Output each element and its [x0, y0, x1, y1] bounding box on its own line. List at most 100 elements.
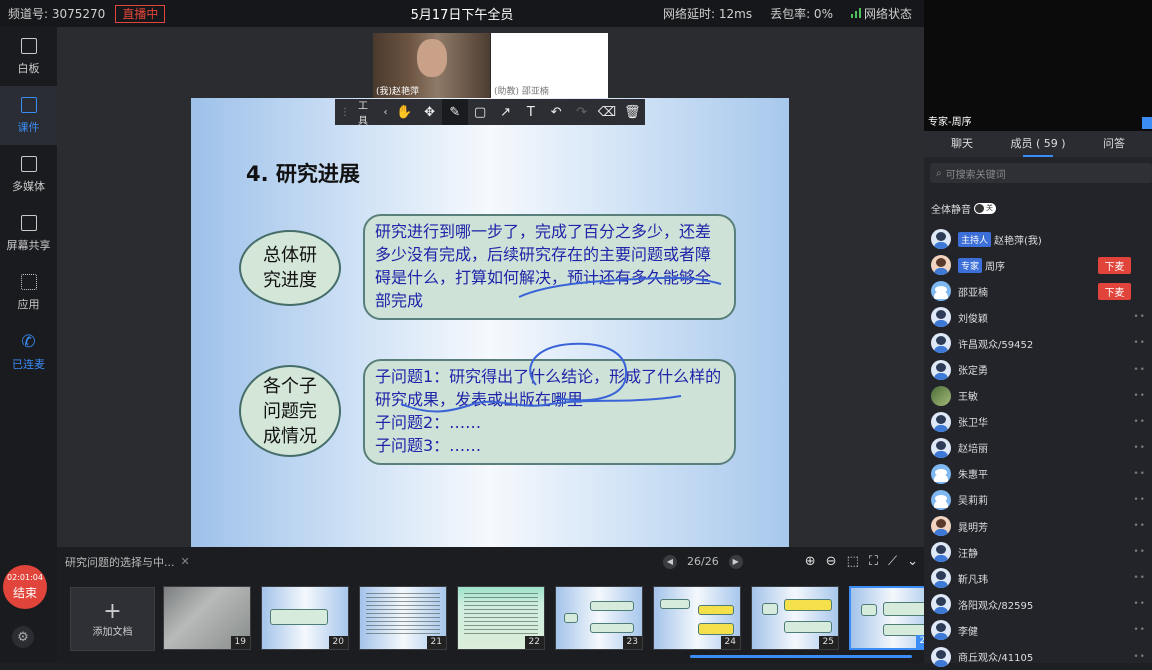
list-item[interactable]: 张卫华 •• [924, 409, 1152, 435]
more-icon[interactable]: •• [1133, 599, 1146, 609]
video-caption: (我)赵艳萍 [376, 87, 420, 97]
more-icon[interactable]: •• [1133, 521, 1146, 531]
list-item[interactable]: 刘俊颖 •• [924, 304, 1152, 330]
thumb-shape [698, 605, 734, 615]
eraser-icon[interactable]: ⌫ [594, 99, 619, 125]
avatar [931, 437, 951, 458]
fullscreen-icon[interactable]: ⛶ [869, 554, 878, 569]
nav-screen-share[interactable]: 屏幕共享 [0, 204, 57, 263]
nav-apps[interactable]: 应用 [0, 263, 57, 322]
more-icon[interactable]: •• [1133, 573, 1146, 583]
laser-pointer-icon[interactable]: ✥ [417, 99, 442, 125]
media-play-icon [20, 155, 37, 172]
tab-qa[interactable]: 问答 [1076, 131, 1152, 157]
slide-canvas[interactable]: 4. 研究进展 总体研究进度 研究进行到哪一步了，完成了百分之多少，还差多少没有… [191, 98, 789, 547]
pager: ◀ 26/26 ▶ [663, 554, 743, 569]
kick-mic-button[interactable]: 下麦 [1098, 256, 1131, 274]
list-item[interactable]: 王敏 •• [924, 383, 1152, 409]
more-icon[interactable]: •• [1133, 391, 1146, 401]
more-icon[interactable]: •• [1133, 312, 1146, 322]
list-item[interactable]: 邵亚楠 下麦 [924, 278, 1152, 304]
gear-icon[interactable]: ⚙ [12, 626, 34, 648]
nav-courseware[interactable]: 课件 [0, 86, 57, 145]
zoom-out-icon[interactable]: ⊖ [826, 554, 837, 569]
video-host[interactable]: (我)赵艳萍 [373, 33, 490, 99]
tab-chat[interactable]: 聊天 [924, 131, 1000, 157]
undo-icon[interactable]: ↶ [544, 99, 569, 125]
list-item[interactable]: 商丘观众/41105 •• [924, 644, 1152, 670]
more-icon[interactable]: •• [1133, 469, 1146, 479]
list-item[interactable]: 张定勇 •• [924, 356, 1152, 382]
page-indicator: 26/26 [687, 555, 719, 568]
slide-thumbnail[interactable]: 22 [457, 586, 545, 650]
more-icon[interactable]: •• [1133, 365, 1146, 375]
plus-icon: + [103, 598, 122, 624]
list-item[interactable]: 赵培丽 •• [924, 435, 1152, 461]
zoom-in-icon[interactable]: ⊕ [805, 554, 816, 569]
list-item[interactable]: 靳凡玮 •• [924, 565, 1152, 591]
toolbar-label[interactable]: 工具 [358, 97, 378, 127]
thumb-shape [590, 601, 634, 611]
slide-thumbnail[interactable]: 25 [751, 586, 839, 650]
nav-whiteboard[interactable]: 白板 [0, 27, 57, 86]
thumb-shape [660, 599, 690, 609]
nav-media[interactable]: 多媒体 [0, 145, 57, 204]
chevron-left-icon[interactable]: ‹ [384, 107, 388, 118]
more-icon[interactable]: •• [1133, 338, 1146, 348]
screen-share-icon [20, 214, 37, 231]
pen-icon[interactable]: ✎ [442, 99, 468, 125]
end-session-button[interactable]: 02:01:04 结束 [3, 565, 47, 609]
courseware-icon [20, 96, 37, 113]
slide-thumbnail[interactable]: 23 [555, 586, 643, 650]
list-item[interactable]: 许昌观众/59452 •• [924, 330, 1152, 356]
fit-width-icon[interactable]: ⬚ [847, 554, 859, 569]
more-icon[interactable]: •• [1133, 547, 1146, 557]
hide-annotations-icon[interactable]: ⟋ [888, 554, 897, 569]
video-assistant[interactable]: (助教) 邵亚楠 [491, 33, 608, 99]
slide-thumbnail[interactable]: 24 [653, 586, 741, 650]
expert-name: 专家-周序 [928, 117, 972, 128]
list-item[interactable]: 汪静 •• [924, 539, 1152, 565]
list-item[interactable]: 洛阳观众/82595 •• [924, 591, 1152, 617]
drag-hand-icon[interactable]: ✋ [392, 99, 417, 125]
network-status-button[interactable]: 网络状态 [850, 5, 912, 22]
nav-connected-mic[interactable]: ✆ 已连麦 [0, 322, 57, 381]
tab-members[interactable]: 成员 ( 59 ) [1000, 131, 1076, 157]
filmstrip-scrollbar[interactable] [690, 655, 912, 658]
slide-thumbnail[interactable]: 19 [163, 586, 251, 650]
list-item[interactable]: 晁明芳 •• [924, 513, 1152, 539]
collapse-icon[interactable]: ⌄ [907, 554, 918, 569]
expert-video[interactable]: 专家-周序 [924, 0, 1152, 131]
prev-page-icon[interactable]: ◀ [663, 554, 677, 569]
avatar [931, 359, 951, 380]
more-icon[interactable]: •• [1133, 495, 1146, 505]
list-item[interactable]: 朱惠平 •• [924, 461, 1152, 487]
arrow-icon[interactable]: ↗ [493, 99, 518, 125]
trash-icon[interactable]: 🗑 [620, 99, 645, 125]
text-icon[interactable]: T [518, 99, 543, 125]
list-item[interactable]: 专家 周序 下麦 [924, 252, 1152, 278]
avatar [931, 620, 951, 641]
list-item[interactable]: 吴莉莉 •• [924, 487, 1152, 513]
more-icon[interactable]: •• [1133, 417, 1146, 427]
member-search-input[interactable]: ⌕ 可搜索关键词 [930, 163, 1152, 183]
kick-mic-button[interactable]: 下麦 [1098, 282, 1131, 300]
drag-grip-icon[interactable]: ⋮ [340, 107, 350, 118]
rectangle-icon[interactable]: ▢ [468, 99, 493, 125]
avatar [931, 568, 951, 589]
redo-icon[interactable]: ↷ [569, 99, 594, 125]
top-bar: 频道号: 3075270 直播中 5月17日下午全员 网络延时: 12ms 丢包… [0, 0, 924, 27]
slide-thumbnail[interactable]: 21 [359, 586, 447, 650]
session-timer: 02:01:04 [7, 573, 43, 582]
close-icon[interactable]: ✕ [181, 555, 190, 568]
more-icon[interactable]: •• [1133, 652, 1146, 662]
more-icon[interactable]: •• [1133, 443, 1146, 453]
next-page-icon[interactable]: ▶ [728, 554, 743, 569]
mute-all-toggle[interactable]: 关 [974, 203, 996, 214]
add-document-button[interactable]: + 添加文档 [70, 587, 155, 651]
doc-tab[interactable]: 研究问题的选择与中... ✕ [65, 554, 190, 570]
slide-thumbnail[interactable]: 20 [261, 586, 349, 650]
list-item[interactable]: 李健 •• [924, 617, 1152, 643]
more-icon[interactable]: •• [1133, 625, 1146, 635]
list-item[interactable]: 主持人 赵艳萍(我) [924, 226, 1152, 252]
